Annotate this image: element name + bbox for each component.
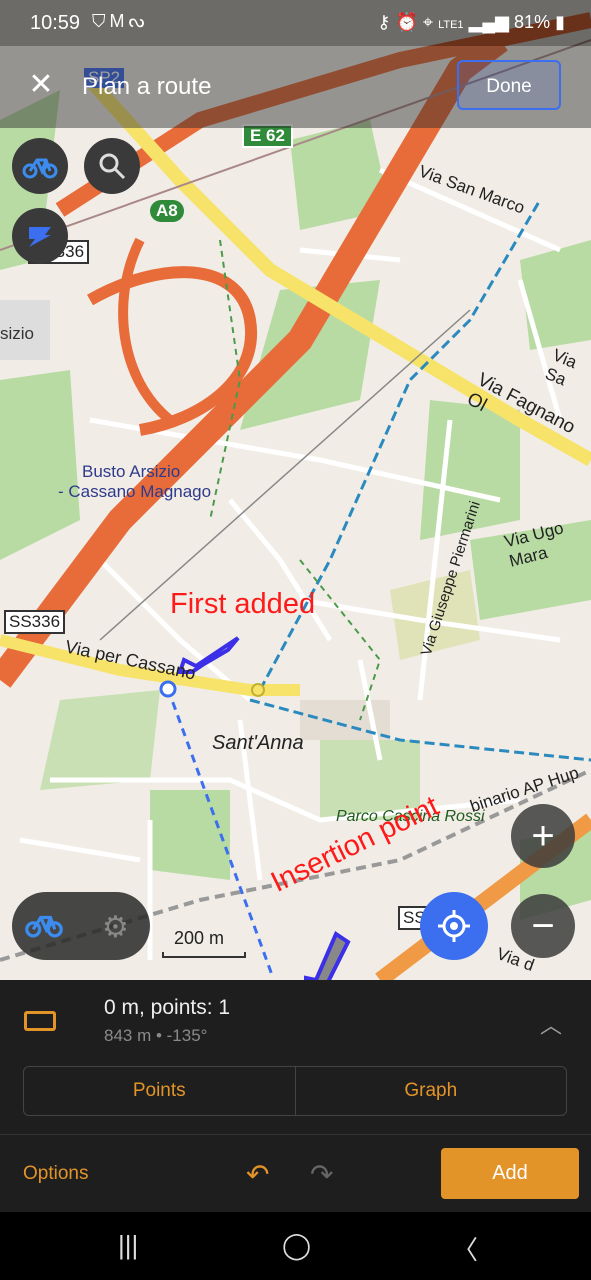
route-distance: 0 m, points: 1: [104, 996, 231, 1019]
map-view[interactable]: SP2 E 62 A8 SS336 sizio Via San Marco Vi…: [0, 0, 591, 980]
road-shield-a8: A8: [150, 200, 184, 222]
status-left-icons: ⛉Mᔓ: [92, 11, 149, 32]
tab-points[interactable]: Points: [24, 1067, 295, 1115]
ruler-icon: [24, 1011, 56, 1031]
bicycle-icon: [25, 915, 63, 938]
search-icon: [99, 153, 126, 180]
alarm-icon: ⏰: [395, 12, 418, 32]
sync-icon: ᔓ: [128, 11, 149, 31]
crosshair-icon: [438, 910, 470, 942]
add-button[interactable]: Add: [441, 1148, 579, 1199]
bike-profile-bottom-button[interactable]: [24, 910, 64, 943]
gear-icon[interactable]: ⚙: [102, 910, 129, 945]
page-title: Plan a route: [82, 73, 212, 100]
map-label-sizio: sizio: [0, 324, 35, 343]
my-location-button[interactable]: [420, 892, 488, 960]
divider: [0, 1134, 591, 1135]
layers-button[interactable]: [12, 208, 68, 264]
chevron-up-icon[interactable]: ︿: [540, 1008, 562, 1040]
status-right: ⚷ ⏰ ⌖ LTE1 ▂▄▆ 81% ▮: [377, 12, 565, 33]
route-point-marker: [159, 680, 177, 698]
status-bar: 10:59 ⛉Mᔓ ⚷ ⏰ ⌖ LTE1 ▂▄▆ 81% ▮: [0, 0, 591, 46]
scale-bar: [162, 952, 246, 958]
panel-tabs: Points Graph: [23, 1066, 567, 1116]
search-button[interactable]: [84, 138, 140, 194]
annotation-first-added: First added: [170, 588, 316, 620]
gmail-icon: M: [109, 11, 129, 31]
shield-icon: ⛉: [92, 11, 110, 31]
map-scale: 200 m: [162, 928, 246, 958]
compass-icon: [29, 227, 51, 247]
close-icon[interactable]: ✕: [26, 70, 56, 100]
options-button[interactable]: Options: [23, 1163, 88, 1185]
map-label-cassano: - Cassano Magnago: [58, 482, 212, 501]
tab-graph[interactable]: Graph: [294, 1067, 567, 1115]
system-nav-bar: ||| ◯ 〈: [0, 1212, 591, 1280]
key-icon: ⚷: [377, 12, 391, 32]
network-label: LTE1: [438, 19, 464, 31]
undo-icon[interactable]: ↶: [246, 1158, 269, 1191]
map-label-santanna: Sant'Anna: [212, 732, 304, 754]
back-icon[interactable]: 〈: [452, 1230, 478, 1267]
home-icon[interactable]: ◯: [282, 1230, 311, 1261]
status-time: 10:59: [30, 12, 81, 34]
scale-label: 200 m: [174, 928, 225, 948]
location-icon: ⌖: [422, 12, 434, 32]
bicycle-icon: [22, 158, 58, 179]
road-shield-ss336-left: SS336: [4, 610, 66, 634]
redo-icon[interactable]: ↷: [310, 1158, 333, 1191]
zoom-in-button[interactable]: +: [511, 804, 575, 868]
map-label-busto: Busto Arsizio: [82, 462, 181, 481]
bike-profile-button[interactable]: [12, 138, 68, 194]
battery-percent: 81%: [514, 12, 551, 32]
battery-icon: ▮: [555, 12, 565, 32]
zoom-out-button[interactable]: −: [511, 894, 575, 958]
recent-apps-icon[interactable]: |||: [118, 1230, 138, 1261]
signal-icon: ▂▄▆: [468, 12, 510, 32]
route-sub-info: 843 m • -135°: [104, 1026, 208, 1045]
done-button[interactable]: Done: [457, 60, 561, 110]
